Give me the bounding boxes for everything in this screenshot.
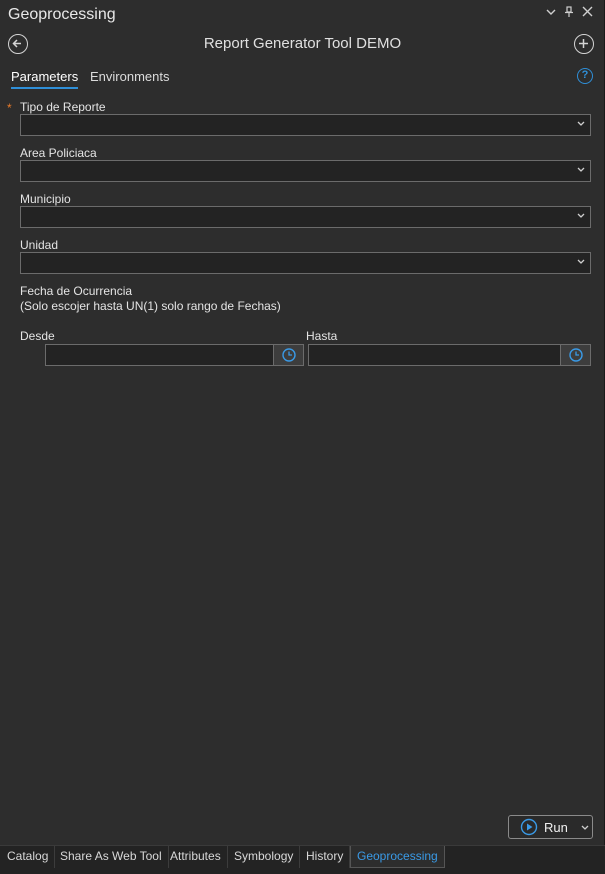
area-policiaca-dropdown[interactable] [20, 160, 591, 182]
pane-titlebar: Geoprocessing [0, 0, 605, 30]
tool-title: Report Generator Tool DEMO [203, 35, 402, 52]
geoprocessing-pane: Geoprocessing Report Generator Tool DEMO… [0, 0, 605, 845]
hasta-label: Hasta [306, 329, 338, 343]
bottom-tab-symbology[interactable]: Symbology [228, 846, 301, 868]
desde-label: Desde [20, 329, 55, 343]
required-marker: * [7, 101, 12, 115]
chevron-down-icon [577, 259, 585, 264]
bottom-tab-history[interactable]: History [300, 846, 351, 868]
tipo-reporte-dropdown[interactable] [20, 114, 591, 136]
desde-date-input[interactable] [45, 344, 304, 366]
tool-tabs: Parameters Environments [0, 62, 605, 92]
clock-icon [282, 348, 296, 362]
fecha-note: (Solo escojer hasta UN(1) solo rango de … [20, 299, 281, 313]
play-icon [520, 818, 538, 836]
bottom-tab-catalog[interactable]: Catalog [1, 846, 56, 868]
tab-environments[interactable]: Environments [90, 69, 169, 87]
fecha-ocurrencia-label: Fecha de Ocurrencia [20, 284, 133, 298]
run-button[interactable]: Run [508, 815, 593, 839]
chevron-down-icon [577, 167, 585, 172]
bottom-tab-strip: Catalog Share As Web Tool Attributes Sym… [0, 845, 605, 874]
municipio-dropdown[interactable] [20, 206, 591, 228]
tipo-reporte-label: Tipo de Reporte [20, 100, 106, 114]
bottom-tab-share-as-web-tool[interactable]: Share As Web Tool [54, 846, 169, 868]
unidad-label: Unidad [20, 238, 59, 252]
municipio-label: Municipio [20, 192, 71, 206]
bottom-tab-geoprocessing[interactable]: Geoprocessing [350, 846, 445, 868]
tool-header: Report Generator Tool DEMO [0, 30, 605, 58]
chevron-down-icon [577, 121, 585, 126]
tab-parameters[interactable]: Parameters [11, 69, 79, 89]
desde-date-picker-button[interactable] [273, 345, 303, 365]
bottom-tab-attributes[interactable]: Attributes [164, 846, 228, 868]
clock-icon [569, 348, 583, 362]
hasta-date-input[interactable] [308, 344, 591, 366]
pin-icon[interactable] [562, 6, 576, 22]
unidad-dropdown[interactable] [20, 252, 591, 274]
pane-title: Geoprocessing [8, 6, 116, 23]
run-label: Run [544, 820, 568, 835]
chevron-down-icon[interactable] [544, 6, 558, 22]
close-icon[interactable] [580, 6, 594, 22]
help-icon[interactable]: ? [577, 68, 593, 84]
chevron-down-icon [577, 213, 585, 218]
plus-icon[interactable] [574, 34, 594, 54]
hasta-date-picker-button[interactable] [560, 345, 590, 365]
chevron-down-icon[interactable] [580, 823, 590, 833]
area-policiaca-label: Area Policiaca [20, 146, 97, 160]
